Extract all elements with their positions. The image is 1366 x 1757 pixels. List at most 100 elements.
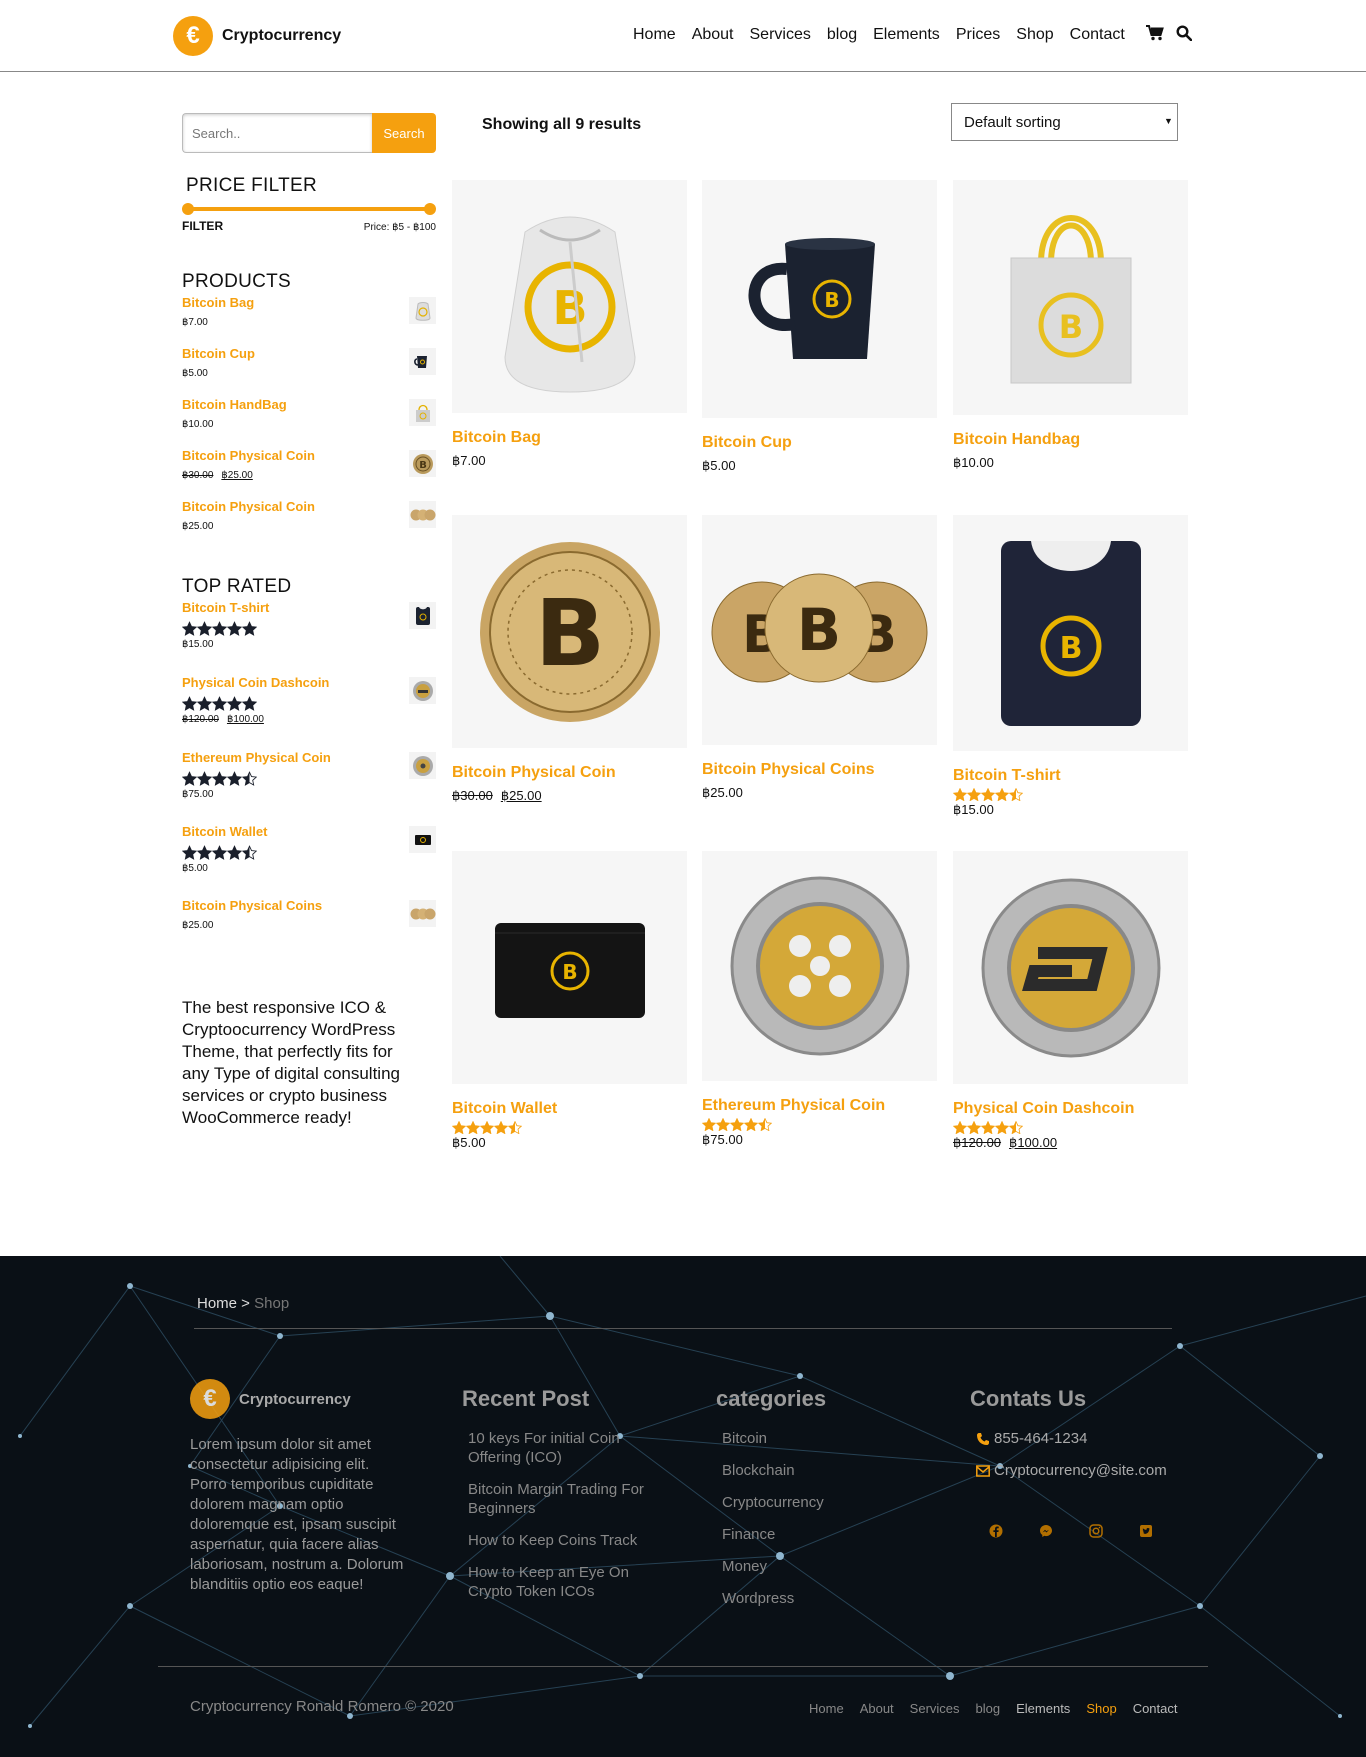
product-card[interactable]: B Bitcoin Physical Coin ฿30.00 ฿25.00	[452, 515, 687, 804]
tshirt-image[interactable]: B	[953, 515, 1188, 751]
product-link[interactable]: Ethereum Physical Coin	[182, 748, 436, 765]
dash-coin-image[interactable]	[953, 851, 1188, 1084]
product-link[interactable]: Bitcoin HandBag	[182, 395, 436, 412]
handbag-thumb[interactable]	[409, 399, 436, 426]
product-title[interactable]: Bitcoin Bag	[452, 429, 687, 447]
category-link[interactable]: Wordpress	[722, 1589, 922, 1608]
product-title[interactable]: Bitcoin T-shirt	[953, 767, 1188, 785]
facebook-icon[interactable]	[986, 1521, 1006, 1541]
contact-email[interactable]: Cryptocurrency@site.com	[976, 1461, 1176, 1480]
messenger-icon[interactable]	[1036, 1521, 1056, 1541]
footer-nav-elements[interactable]: Elements	[1016, 1701, 1070, 1716]
product-card[interactable]: B Bitcoin Cup ฿5.00	[702, 180, 937, 474]
filter-button[interactable]: FILTER	[182, 219, 223, 233]
nav-prices[interactable]: Prices	[956, 26, 1000, 44]
product-card[interactable]: B Bitcoin T-shirt ฿15.00	[953, 515, 1188, 818]
handbag-image[interactable]: B	[953, 180, 1188, 415]
product-link[interactable]: Bitcoin Cup	[182, 344, 436, 361]
category-link[interactable]: Cryptocurrency	[722, 1493, 922, 1512]
wallet-thumb[interactable]	[409, 826, 436, 853]
product-title[interactable]: Ethereum Physical Coin	[702, 1097, 937, 1115]
breadcrumb-home[interactable]: Home	[197, 1295, 237, 1312]
coin-image[interactable]: B	[452, 515, 687, 748]
recent-post-link[interactable]: How to Keep Coins Track	[468, 1531, 668, 1550]
product-title[interactable]: Physical Coin Dashcoin	[953, 1100, 1188, 1118]
nav-contact[interactable]: Contact	[1070, 26, 1125, 44]
search-input[interactable]	[182, 113, 372, 153]
nav-services[interactable]: Services	[750, 26, 811, 44]
cup-image[interactable]: B	[702, 180, 937, 418]
nav-shop[interactable]: Shop	[1016, 26, 1053, 44]
bag-image[interactable]: B	[452, 180, 687, 413]
wallet-image[interactable]: B	[452, 851, 687, 1084]
nav-home[interactable]: Home	[633, 26, 676, 44]
dash-thumb[interactable]	[409, 677, 436, 704]
top-rated-item[interactable]: Bitcoin Wallet ฿5.00	[182, 822, 436, 896]
product-card[interactable]: Physical Coin Dashcoin ฿120.00 ฿100.00	[953, 851, 1188, 1151]
footer-nav-contact[interactable]: Contact	[1133, 1701, 1178, 1716]
products-widget-item[interactable]: Bitcoin Physical Coin ฿30.00 ฿25.00 B	[182, 446, 436, 497]
products-widget-item[interactable]: Bitcoin Cup ฿5.00	[182, 344, 436, 395]
category-link[interactable]: Blockchain	[722, 1461, 922, 1480]
category-link[interactable]: Bitcoin	[722, 1429, 922, 1448]
footer-nav-services[interactable]: Services	[910, 1701, 960, 1716]
product-link[interactable]: Bitcoin Physical Coin	[182, 446, 436, 463]
recent-post-link[interactable]: 10 keys For initial Coin Offering (ICO)	[468, 1429, 668, 1467]
product-card[interactable]: Ethereum Physical Coin ฿75.00	[702, 851, 937, 1148]
product-link[interactable]: Bitcoin Wallet	[182, 822, 436, 839]
instagram-icon[interactable]	[1086, 1521, 1106, 1541]
footer-nav-home[interactable]: Home	[809, 1701, 844, 1716]
ripple-coin-image[interactable]	[702, 851, 937, 1081]
products-widget-item[interactable]: Bitcoin HandBag ฿10.00	[182, 395, 436, 446]
star-icon	[967, 1121, 981, 1134]
product-title[interactable]: Bitcoin Wallet	[452, 1100, 687, 1118]
footer-nav-shop[interactable]: Shop	[1086, 1701, 1116, 1716]
product-card[interactable]: B Bitcoin Wallet ฿5.00	[452, 851, 687, 1151]
price-slider-min-handle[interactable]	[182, 203, 194, 215]
category-link[interactable]: Money	[722, 1557, 922, 1576]
cup-thumb[interactable]	[409, 348, 436, 375]
twitter-icon[interactable]	[1136, 1521, 1156, 1541]
recent-post-link[interactable]: How to Keep an Eye On Crypto Token ICOs	[468, 1563, 668, 1601]
coins-thumb[interactable]	[409, 900, 436, 927]
product-link[interactable]: Bitcoin Physical Coin	[182, 497, 436, 514]
products-widget-item[interactable]: Bitcoin Bag ฿7.00	[182, 293, 436, 344]
coins-image[interactable]: B B B	[702, 515, 937, 745]
search-button[interactable]: Search	[372, 113, 436, 153]
search-icon[interactable]	[1176, 25, 1192, 41]
tshirt-thumb[interactable]	[409, 602, 436, 629]
product-link[interactable]: Physical Coin Dashcoin	[182, 673, 436, 690]
product-title[interactable]: Bitcoin Cup	[702, 434, 937, 452]
nav-about[interactable]: About	[692, 26, 734, 44]
product-title[interactable]: Bitcoin Physical Coins	[702, 761, 937, 779]
eth-thumb[interactable]	[409, 752, 436, 779]
footer-logo[interactable]: € Cryptocurrency	[190, 1379, 410, 1419]
top-rated-item[interactable]: Bitcoin Physical Coins ฿25.00	[182, 896, 436, 947]
recent-post-link[interactable]: Bitcoin Margin Trading For Beginners	[468, 1480, 668, 1518]
footer-nav-about[interactable]: About	[860, 1701, 894, 1716]
category-link[interactable]: Finance	[722, 1525, 922, 1544]
nav-elements[interactable]: Elements	[873, 26, 940, 44]
product-title[interactable]: Bitcoin Physical Coin	[452, 764, 687, 782]
product-title[interactable]: Bitcoin Handbag	[953, 431, 1188, 449]
product-card[interactable]: B Bitcoin Handbag ฿10.00	[953, 180, 1188, 471]
top-rated-item[interactable]: Physical Coin Dashcoin ฿120.00 ฿100.00	[182, 673, 436, 748]
product-link[interactable]: Bitcoin Bag	[182, 293, 436, 310]
product-card[interactable]: B B B Bitcoin Physical Coins ฿25.00	[702, 515, 937, 801]
footer-nav-blog[interactable]: blog	[976, 1701, 1001, 1716]
product-link[interactable]: Bitcoin Physical Coins	[182, 896, 436, 913]
products-widget-item[interactable]: Bitcoin Physical Coin ฿25.00	[182, 497, 436, 548]
coin-thumb[interactable]: B	[409, 450, 436, 477]
sorting-select[interactable]: Default sorting	[951, 103, 1178, 141]
cart-icon[interactable]	[1146, 25, 1164, 41]
nav-blog[interactable]: blog	[827, 26, 857, 44]
site-logo[interactable]: € Cryptocurrency	[173, 16, 341, 56]
bag-thumb[interactable]	[409, 297, 436, 324]
top-rated-item[interactable]: Ethereum Physical Coin ฿75.00	[182, 748, 436, 822]
product-card[interactable]: B Bitcoin Bag ฿7.00	[452, 180, 687, 469]
product-link[interactable]: Bitcoin T-shirt	[182, 598, 436, 615]
contact-phone[interactable]: 855-464-1234	[976, 1429, 1176, 1448]
coins-thumb[interactable]	[409, 501, 436, 528]
price-slider-max-handle[interactable]	[424, 203, 436, 215]
top-rated-item[interactable]: Bitcoin T-shirt ฿15.00	[182, 598, 436, 673]
